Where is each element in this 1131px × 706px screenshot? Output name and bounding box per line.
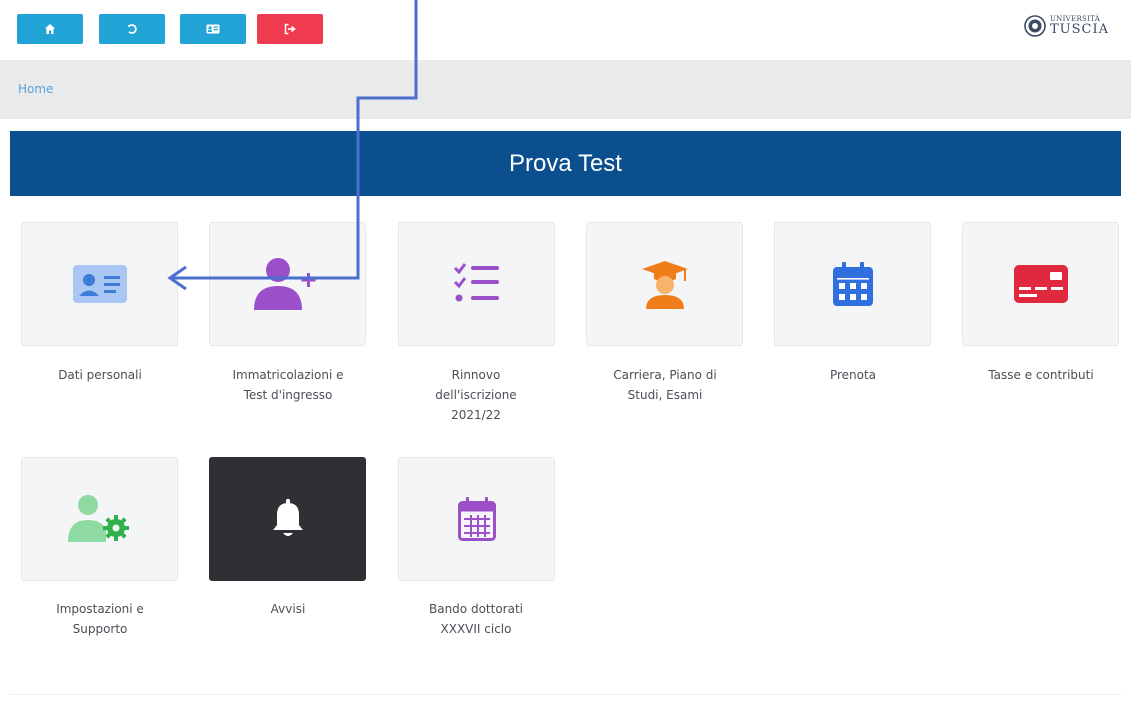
tile-label-tasse: Tasse e contributi [988, 368, 1094, 382]
top-bar: UNIVERSITÀ TUSCIA [0, 0, 1131, 60]
breadcrumb: Home [0, 60, 1131, 119]
user-gear-icon [67, 495, 129, 542]
id-card-icon [206, 24, 220, 34]
breadcrumb-home-link[interactable]: Home [18, 82, 53, 96]
home-button[interactable] [17, 14, 83, 44]
tile-label-rinnovo: Rinnovo dell'iscrizione 2021/22 [435, 368, 517, 422]
tile-dati-personali[interactable] [21, 222, 178, 346]
graduate-icon [641, 261, 688, 309]
university-logo[interactable]: UNIVERSITÀ TUSCIA [1024, 10, 1109, 42]
payment-card-icon [1013, 265, 1068, 303]
calendar-grid-icon [457, 497, 496, 541]
tile-label-impostazioni: Impostazioni e Supporto [56, 602, 144, 636]
logout-button[interactable] [257, 14, 323, 44]
seal-icon [1024, 15, 1046, 37]
tile-label-avvisi: Avvisi [270, 602, 306, 616]
tile-immatricolazioni[interactable] [209, 222, 366, 346]
logout-icon [284, 23, 296, 35]
tile-tasse[interactable] [962, 222, 1119, 346]
tile-label-bando: Bando dottorati XXXVII ciclo [428, 602, 523, 636]
user-plus-icon [253, 258, 315, 310]
id-card-button[interactable] [180, 14, 246, 44]
history-icon [127, 24, 137, 34]
id-card-icon [72, 265, 127, 303]
bell-icon [272, 499, 303, 536]
tile-avvisi[interactable] [209, 457, 366, 581]
checklist-icon [453, 263, 499, 302]
tile-label-dati-personali: Dati personali [58, 368, 142, 382]
logo-line-2: TUSCIA [1049, 22, 1109, 37]
page-title-banner: Prova Test [10, 131, 1121, 196]
tile-label-carriera: Carriera, Piano di Studi, Esami [613, 368, 717, 402]
tile-bando-dottorati[interactable] [398, 457, 555, 581]
history-button[interactable] [99, 14, 165, 44]
tile-rinnovo-iscrizione[interactable] [398, 222, 555, 346]
tile-prenota[interactable] [774, 222, 931, 346]
page-title: Prova Test [509, 149, 622, 177]
tile-label-prenota: Prenota [829, 368, 877, 382]
tile-impostazioni[interactable] [21, 457, 178, 581]
home-icon [45, 24, 55, 34]
tile-label-immatricolazioni: Immatricolazioni e Test d'ingresso [232, 368, 344, 402]
footer-divider [10, 694, 1121, 695]
tile-carriera[interactable] [586, 222, 743, 346]
calendar-icon [832, 262, 873, 306]
